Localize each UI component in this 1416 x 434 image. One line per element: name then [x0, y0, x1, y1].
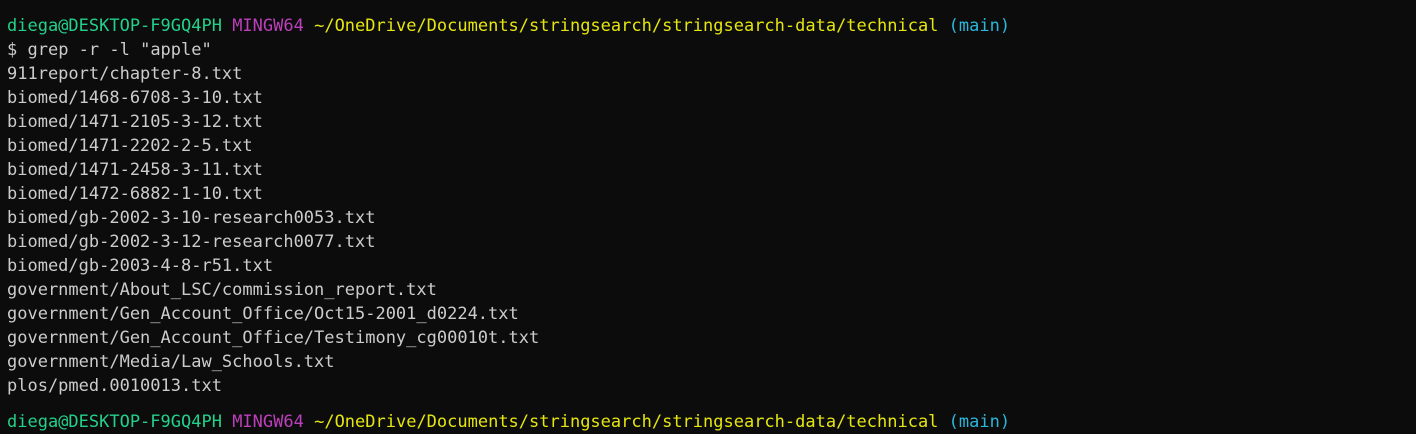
- next-prompt-line: diega@DESKTOP-F9GQ4PH MINGW64 ~/OneDrive…: [7, 410, 1010, 434]
- output-line: biomed/gb-2002-3-12-research0077.txt: [7, 232, 376, 252]
- prompt-symbol: $: [7, 40, 18, 60]
- prompt-git-branch: (main): [948, 412, 1011, 432]
- prompt-path: ~/OneDrive/Documents/stringsearch/string…: [314, 412, 939, 432]
- terminal-window[interactable]: diega@DESKTOP-F9GQ4PH MINGW64 ~/OneDrive…: [7, 14, 1416, 426]
- output-line: biomed/gb-2002-3-10-research0053.txt: [7, 208, 376, 228]
- prompt-user-host: diega@DESKTOP-F9GQ4PH: [7, 16, 222, 36]
- output-line: government/Gen_Account_Office/Oct15-2001…: [7, 304, 519, 324]
- prompt-system: MINGW64: [232, 16, 304, 36]
- prompt-path: ~/OneDrive/Documents/stringsearch/string…: [314, 16, 939, 36]
- command-text: grep -r -l "apple": [27, 40, 212, 60]
- output-line: government/Gen_Account_Office/Testimony_…: [7, 328, 540, 348]
- prompt-git-branch: (main): [948, 16, 1011, 36]
- output-line: biomed/gb-2003-4-8-r51.txt: [7, 256, 274, 276]
- output-line: biomed/1468-6708-3-10.txt: [7, 88, 263, 108]
- output-line: 911report/chapter-8.txt: [7, 64, 243, 84]
- command-line: $ grep -r -l "apple": [7, 38, 1416, 62]
- output-line: government/Media/Law_Schools.txt: [7, 352, 335, 372]
- prompt-user-host: diega@DESKTOP-F9GQ4PH: [7, 412, 222, 432]
- prompt-line: diega@DESKTOP-F9GQ4PH MINGW64 ~/OneDrive…: [7, 14, 1416, 38]
- output-line: plos/pmed.0010013.txt: [7, 376, 222, 396]
- prompt-system: MINGW64: [232, 412, 304, 432]
- output-line: biomed/1471-2105-3-12.txt: [7, 112, 263, 132]
- output-line: biomed/1471-2202-2-5.txt: [7, 136, 253, 156]
- output-line: biomed/1471-2458-3-11.txt: [7, 160, 263, 180]
- output-line: government/About_LSC/commission_report.t…: [7, 280, 437, 300]
- output-line: biomed/1472-6882-1-10.txt: [7, 184, 263, 204]
